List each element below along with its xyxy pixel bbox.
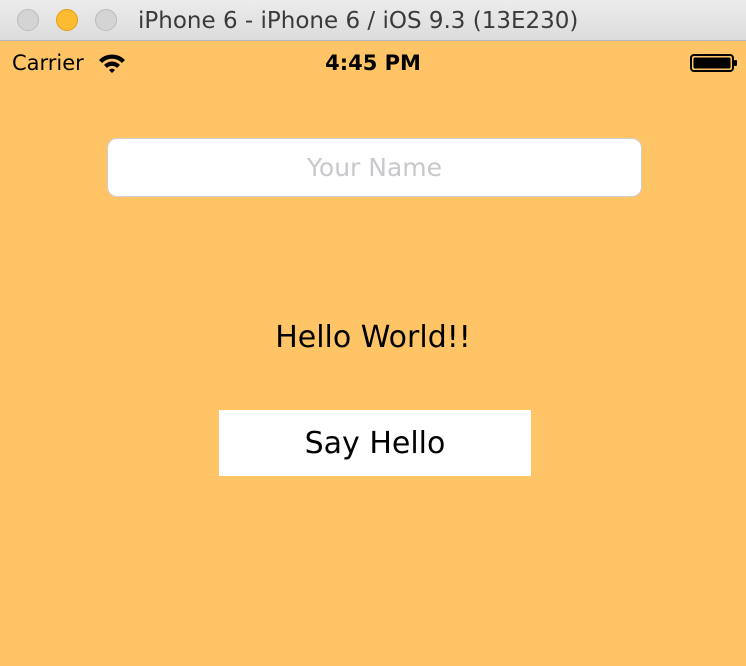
- say-hello-button[interactable]: Say Hello: [219, 410, 531, 476]
- minimize-window-button[interactable]: [56, 9, 78, 31]
- status-time: 4:45 PM: [325, 51, 421, 75]
- name-input[interactable]: [107, 138, 642, 197]
- ios-status-bar: Carrier 4:45 PM: [0, 41, 746, 83]
- zoom-window-button[interactable]: [95, 9, 117, 31]
- window-title: iPhone 6 - iPhone 6 / iOS 9.3 (13E230): [138, 8, 579, 34]
- close-window-button[interactable]: [17, 9, 39, 31]
- window-titlebar: iPhone 6 - iPhone 6 / iOS 9.3 (13E230): [0, 0, 746, 41]
- battery-icon: [690, 54, 737, 72]
- greeting-label: Hello World!!: [275, 320, 471, 355]
- simulator-window: iPhone 6 - iPhone 6 / iOS 9.3 (13E230) C…: [0, 0, 746, 666]
